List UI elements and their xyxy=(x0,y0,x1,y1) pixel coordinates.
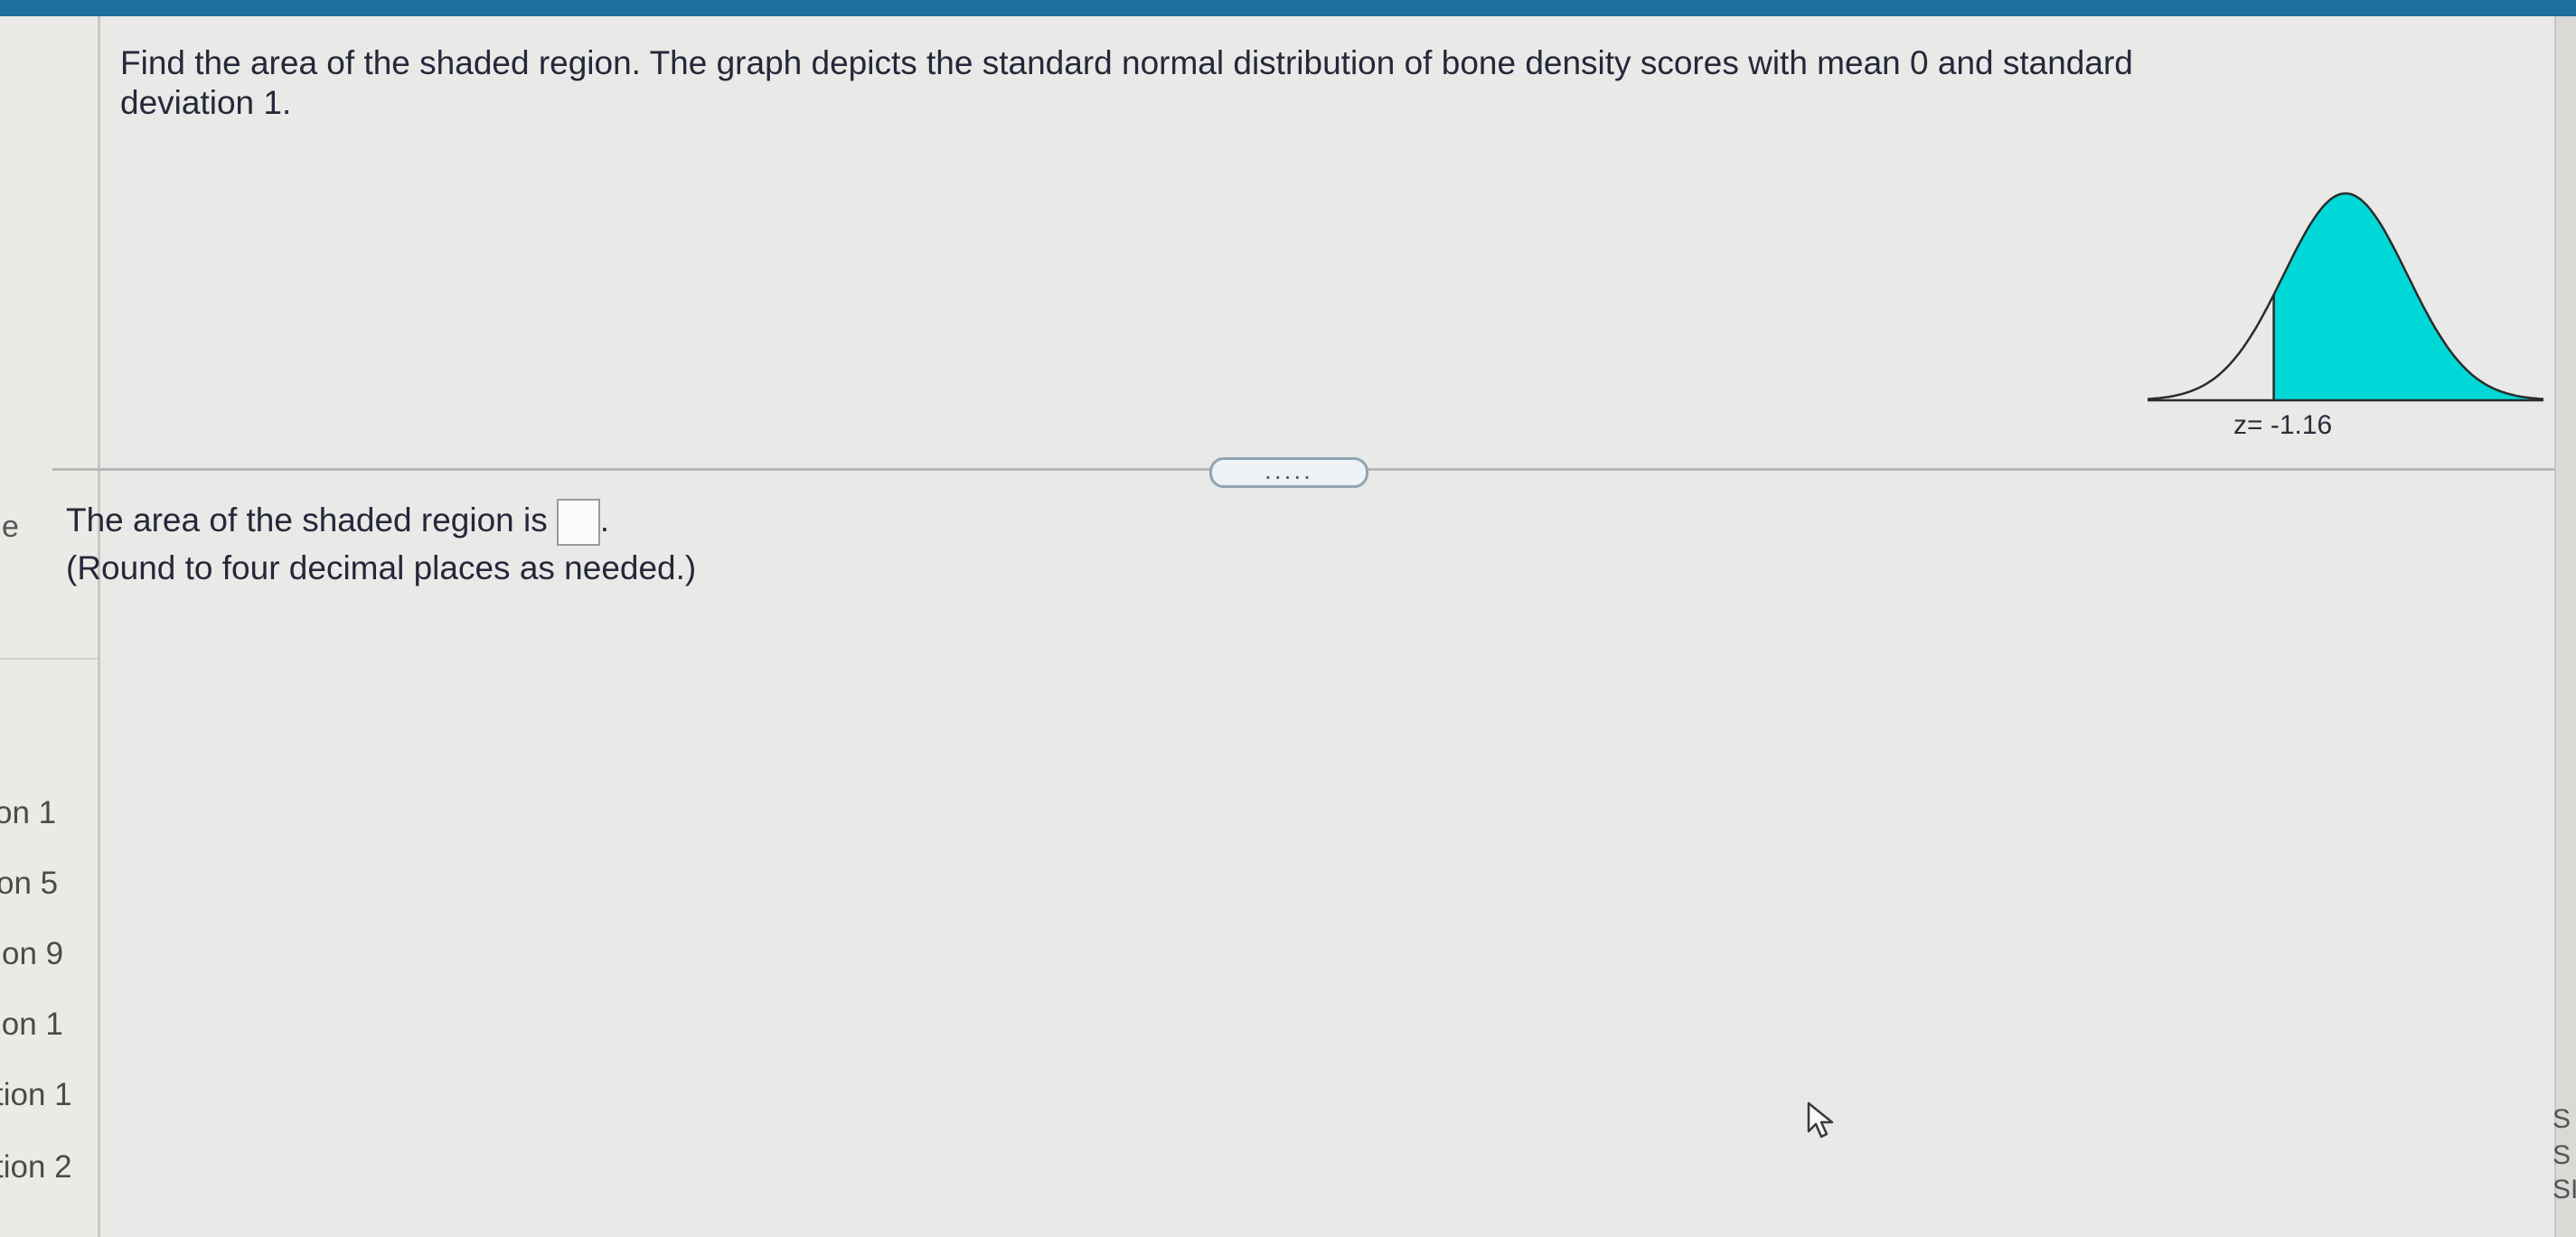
rounding-hint: (Round to four decimal places as needed.… xyxy=(66,549,697,586)
sidebar-item-question[interactable]: ion 1 xyxy=(0,1007,63,1043)
right-edge-fragment: S xyxy=(2552,1140,2571,1170)
answer-line: The area of the shaded region is. xyxy=(66,499,609,546)
answer-period: . xyxy=(599,501,610,539)
sidebar-fragment-letter: e xyxy=(2,510,19,544)
sidebar-item-question[interactable]: on 1 xyxy=(0,795,56,831)
sidebar-item-question[interactable]: on 5 xyxy=(0,866,58,902)
normal-curve-graph xyxy=(2148,192,2544,402)
answer-prompt: The area of the shaded region is xyxy=(66,501,548,539)
question-panel: Find the area of the shaded region. The … xyxy=(100,16,2554,1237)
right-edge-fragment: SI xyxy=(2552,1175,2576,1204)
z-score-label: z= -1.16 xyxy=(2233,410,2333,440)
top-bar xyxy=(0,0,2576,16)
sidebar-item-question[interactable]: tion 1 xyxy=(0,1077,72,1113)
mouse-cursor-icon xyxy=(1807,1101,1834,1139)
answer-input[interactable] xyxy=(556,499,600,546)
expand-toggle-dots: ..... xyxy=(1264,456,1313,484)
question-text: Find the area of the shaded region. The … xyxy=(120,44,2133,121)
sidebar-item-question[interactable]: on 9 xyxy=(2,936,63,972)
sidebar-item-question[interactable]: tion 2 xyxy=(0,1149,72,1185)
right-edge-fragment: S xyxy=(2552,1104,2571,1134)
question-sidebar: e on 1 on 5 on 9 ion 1 tion 1 tion 2 xyxy=(0,16,100,1237)
right-edge-panel xyxy=(2554,16,2576,1237)
sidebar-divider xyxy=(0,658,98,660)
expand-toggle-button[interactable]: ..... xyxy=(1209,456,1368,488)
shaded-region xyxy=(2273,193,2543,400)
